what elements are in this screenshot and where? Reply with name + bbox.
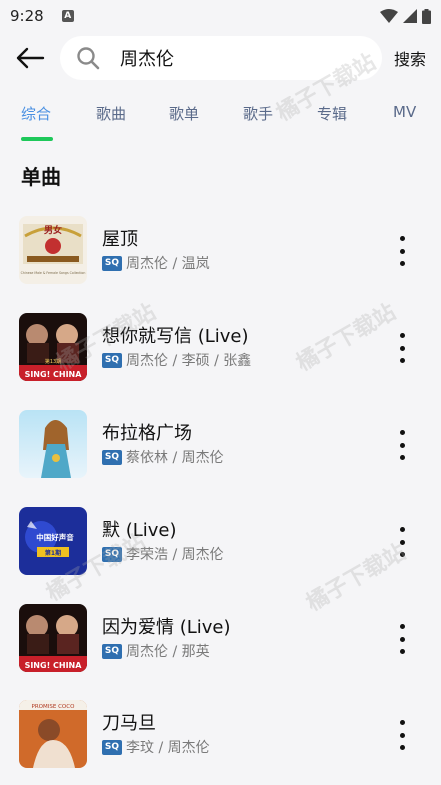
sq-badge: SQ — [102, 352, 122, 368]
status-indicators — [380, 8, 431, 24]
song-artists: 周杰伦 / 那英 — [126, 644, 210, 660]
album-cover: 中国好声音 第1期 — [19, 507, 87, 575]
song-item[interactable]: PROMISE COCO 刀马旦 SQ 李玟 / 周杰伦 — [0, 700, 441, 785]
search-box[interactable] — [60, 36, 382, 80]
song-title: 刀马旦 — [102, 713, 156, 734]
more-options-button[interactable] — [392, 236, 412, 266]
tab-singers[interactable]: 歌手 — [243, 103, 273, 124]
album-cover: 男女 Chinese Male & Female Songs Collectio… — [19, 216, 87, 284]
notification-a-icon: A — [61, 10, 74, 22]
song-artists: 李荣浩 / 周杰伦 — [126, 547, 224, 563]
cover-text: 中国好声音 — [36, 532, 74, 542]
cover-episode: 第1期 — [44, 549, 61, 557]
cover-text: SING! CHINA — [25, 370, 83, 379]
more-options-button[interactable] — [392, 624, 412, 654]
cover-text: SING! CHINA — [25, 661, 83, 670]
tab-indicator — [21, 137, 53, 141]
category-tabs: 综合 歌曲 歌单 歌手 专辑 MV — [0, 92, 441, 144]
song-item[interactable]: 布拉格广场 SQ 蔡依林 / 周杰伦 — [0, 410, 441, 500]
song-meta: SQ 李荣浩 / 周杰伦 — [102, 544, 224, 564]
song-meta: SQ 李玟 / 周杰伦 — [102, 737, 210, 757]
song-item[interactable]: 中国好声音 第1期 默 (Live) SQ 李荣浩 / 周杰伦 — [0, 507, 441, 597]
more-options-button[interactable] — [392, 720, 412, 750]
song-title: 因为爱情 (Live) — [102, 617, 231, 638]
wifi-icon — [380, 9, 398, 23]
song-title: 默 (Live) — [102, 520, 177, 541]
song-title: 布拉格广场 — [102, 423, 192, 444]
album-cover: PROMISE COCO — [19, 700, 87, 768]
sq-badge: SQ — [102, 449, 122, 465]
cover-episode: 第13期 — [45, 358, 61, 365]
sq-badge: SQ — [102, 546, 122, 562]
song-meta: SQ 周杰伦 / 那英 — [102, 641, 210, 661]
song-item[interactable]: SING! CHINA 第13期 想你就写信 (Live) SQ 周杰伦 / 李… — [0, 313, 441, 403]
status-time: 9:28 — [10, 7, 44, 25]
tab-playlists[interactable]: 歌单 — [169, 103, 199, 124]
song-item[interactable]: SING! CHINA 因为爱情 (Live) SQ 周杰伦 / 那英 — [0, 604, 441, 694]
search-button[interactable]: 搜索 — [394, 46, 426, 70]
cover-text: PROMISE COCO — [32, 704, 76, 710]
song-title: 想你就写信 (Live) — [102, 326, 249, 347]
sq-badge: SQ — [102, 643, 122, 659]
sq-badge: SQ — [102, 739, 122, 755]
album-cover: SING! CHINA — [19, 604, 87, 672]
more-options-button[interactable] — [392, 333, 412, 363]
song-artists: 蔡依林 / 周杰伦 — [126, 450, 224, 466]
signal-icon — [403, 9, 417, 23]
battery-icon — [422, 8, 431, 24]
song-artists: 周杰伦 / 温岚 — [126, 256, 210, 272]
song-item[interactable]: 男女 Chinese Male & Female Songs Collectio… — [0, 216, 441, 306]
tab-albums[interactable]: 专辑 — [317, 103, 347, 124]
tab-mv[interactable]: MV — [393, 103, 416, 121]
status-bar: 9:28 A — [0, 0, 441, 32]
album-cover — [19, 410, 87, 478]
tab-songs[interactable]: 歌曲 — [96, 103, 126, 124]
song-title: 屋顶 — [102, 229, 138, 250]
more-options-button[interactable] — [392, 430, 412, 460]
song-meta: SQ 周杰伦 / 温岚 — [102, 253, 210, 273]
back-button[interactable] — [0, 32, 60, 84]
more-options-button[interactable] — [392, 527, 412, 557]
sq-badge: SQ — [102, 255, 122, 271]
song-meta: SQ 周杰伦 / 李硕 / 张鑫 — [102, 350, 251, 370]
cover-title: 男女 — [44, 224, 62, 236]
search-header: 搜索 — [0, 32, 441, 84]
album-cover: SING! CHINA 第13期 — [19, 313, 87, 381]
song-artists: 李玟 / 周杰伦 — [126, 740, 210, 756]
section-title: 单曲 — [21, 165, 61, 189]
search-icon — [77, 47, 100, 70]
song-meta: SQ 蔡依林 / 周杰伦 — [102, 447, 224, 467]
tab-all[interactable]: 综合 — [21, 103, 51, 124]
arrow-left-icon — [16, 47, 45, 69]
search-input[interactable] — [120, 47, 340, 69]
cover-subtitle: Chinese Male & Female Songs Collection — [21, 271, 86, 275]
song-artists: 周杰伦 / 李硕 / 张鑫 — [126, 353, 252, 369]
